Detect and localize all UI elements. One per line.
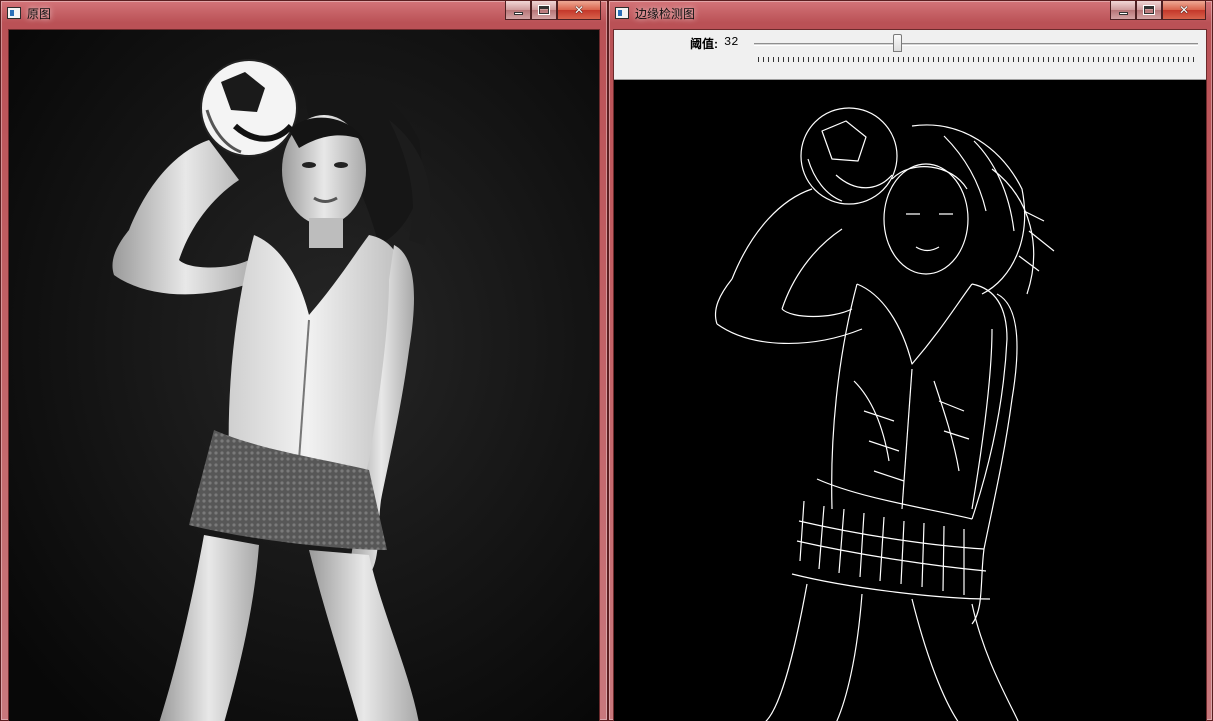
close-icon: ✕ <box>1178 3 1190 17</box>
edge-detection-client: 阈值: 32 <box>613 29 1207 721</box>
trackbar-track[interactable] <box>754 43 1198 46</box>
trackbar-thumb[interactable] <box>893 34 903 52</box>
maximize-icon <box>539 6 549 14</box>
maximize-icon <box>1144 6 1154 14</box>
trackbar-ticks <box>758 57 1194 62</box>
trackbar-label: 阈值: 32 <box>690 35 738 52</box>
caption-buttons: ✕ <box>505 1 601 20</box>
maximize-button[interactable] <box>531 1 557 20</box>
threshold-value: 32 <box>724 35 739 49</box>
minimize-icon <box>513 11 523 15</box>
app-window-icon[interactable] <box>615 7 629 19</box>
close-button[interactable]: ✕ <box>557 1 601 20</box>
original-image-window: 原图 ✕ <box>0 0 608 721</box>
edge-image <box>714 107 1055 721</box>
threshold-trackbar-panel: 阈值: 32 <box>614 30 1206 80</box>
app-window-icon[interactable] <box>7 7 21 19</box>
original-image-canvas <box>8 29 600 721</box>
minimize-icon <box>1118 11 1128 15</box>
minimize-button[interactable] <box>1110 1 1136 20</box>
window-title: 边缘检测图 <box>635 6 696 21</box>
threshold-label: 阈值: <box>690 37 718 51</box>
close-icon: ✕ <box>573 3 585 17</box>
caption-buttons: ✕ <box>1110 1 1206 20</box>
minimize-button[interactable] <box>505 1 531 20</box>
edge-image-canvas <box>614 81 1206 721</box>
maximize-button[interactable] <box>1136 1 1162 20</box>
grayscale-photo <box>9 30 599 721</box>
edge-detection-window: 边缘检测图 ✕ 阈值: 32 <box>608 0 1213 721</box>
close-button[interactable]: ✕ <box>1162 1 1206 20</box>
window-title: 原图 <box>27 6 52 21</box>
